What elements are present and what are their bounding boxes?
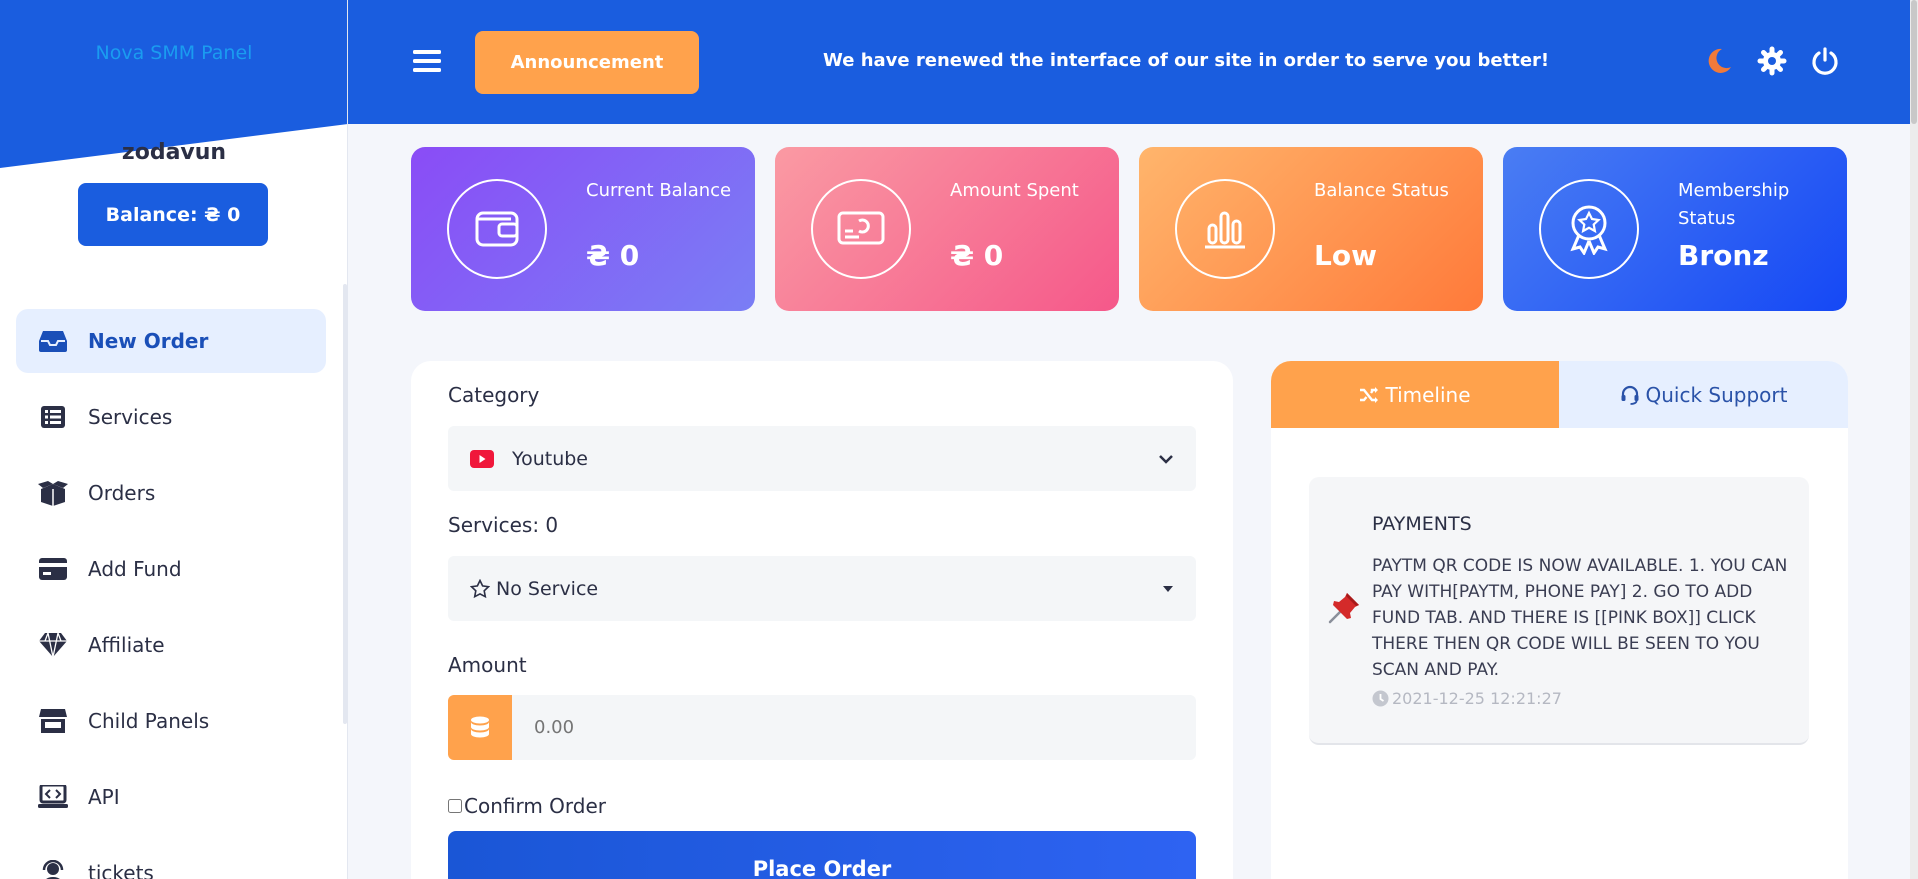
balance-button[interactable]: Balance: ₴ 0 [78,183,268,246]
stat-value: ₴ 0 [586,239,640,272]
menu-icon[interactable] [412,46,442,76]
list-icon [38,402,68,432]
database-icon [448,695,512,760]
star-icon [470,578,490,598]
sidebar-item-label: New Order [88,329,209,353]
timeline-panel: Timeline Quick Support PAYMENTS PAYTM QR… [1271,361,1848,879]
sidebar-item-label: tickets [88,861,154,879]
sidebar-item-child-panels[interactable]: Child Panels [16,689,326,753]
tab-quick-support[interactable]: Quick Support [1559,361,1848,428]
tab-quick-support-label: Quick Support [1645,382,1788,407]
amount-input[interactable] [512,695,1196,760]
post-body: PAYTM QR CODE IS NOW AVAILABLE. 1. YOU C… [1372,556,1788,680]
place-order-button[interactable]: Place Order [448,831,1196,879]
inbox-icon [38,326,68,356]
stat-label: Amount Spent [950,180,1079,201]
service-select[interactable]: No Service [448,556,1196,621]
sidebar-item-label: Add Fund [88,557,182,581]
tab-timeline[interactable]: Timeline [1271,361,1559,428]
stat-card-balance-status: Balance Status Low [1139,147,1483,311]
stat-value: ₴ 0 [950,239,1004,272]
sidebar-item-add-fund[interactable]: Add Fund [16,537,326,601]
stat-card-amount-spent: Amount Spent ₴ 0 [775,147,1119,311]
sidebar: Nova SMM Panel zodavun Balance: ₴ 0 New … [0,0,348,879]
confirm-order-row[interactable]: Confirm Order [448,794,606,818]
award-icon [1539,179,1639,279]
sidebar-item-tickets[interactable]: tickets [16,841,326,879]
pushpin-icon [1328,593,1359,624]
sidebar-item-label: Orders [88,481,156,505]
confirm-order-checkbox[interactable] [448,799,462,813]
sidebar-item-affiliate[interactable]: Affiliate [16,613,326,677]
post-timestamp-text: 2021-12-25 12:21:27 [1392,689,1562,708]
sidebar-item-label: Affiliate [88,633,165,657]
stat-value: Low [1314,239,1377,272]
youtube-icon [470,449,494,468]
sidebar-item-label: Services [88,405,173,429]
post-title: PAYMENTS [1372,513,1472,535]
credit-card-icon [38,554,68,584]
stat-value: Bronz [1678,239,1769,272]
new-order-form: Category Youtube Services: 0 No Service … [411,361,1233,879]
sidebar-item-api[interactable]: API [16,765,326,829]
page-scrollbar-thumb[interactable] [1911,0,1917,124]
confirm-order-label: Confirm Order [464,794,607,818]
stat-card-membership-status: Membership Status Bronz [1503,147,1847,311]
clock-icon [1372,690,1389,707]
page-scrollbar[interactable] [1910,0,1918,879]
headset-icon [1621,385,1638,405]
code-laptop-icon [38,782,68,812]
service-selected-value: No Service [496,577,599,600]
wallet-icon [447,179,547,279]
category-selected-value: Youtube [512,447,588,470]
sidebar-scrollbar[interactable] [343,284,347,724]
chevron-down-icon [1159,455,1173,464]
sidebar-item-label: API [88,785,120,809]
announcement-marquee: We have renewed the interface of our sit… [823,50,1550,71]
money-icon [811,179,911,279]
diamond-icon [38,630,68,660]
post-timestamp: 2021-12-25 12:21:27 [1372,689,1562,708]
top-header: Announcement We have renewed the interfa… [348,0,1910,124]
stat-card-current-balance: Current Balance ₴ 0 [411,147,755,311]
category-select[interactable]: Youtube [448,426,1196,491]
box-icon [38,478,68,508]
amount-label: Amount [448,653,527,677]
store-icon [38,706,68,736]
moon-icon[interactable] [1704,46,1734,76]
power-icon[interactable] [1810,46,1840,76]
stat-label: Membership Status [1678,180,1790,229]
stat-label: Current Balance [586,180,732,201]
sidebar-item-new-order[interactable]: New Order [16,309,326,373]
bars-icon [1175,179,1275,279]
username: zodavun [121,140,227,165]
timeline-post: PAYMENTS PAYTM QR CODE IS NOW AVAILABLE.… [1309,477,1809,745]
gear-icon[interactable] [1757,46,1787,76]
stat-label: Balance Status [1314,180,1449,201]
services-label: Services: 0 [448,513,559,537]
announcement-button[interactable]: Announcement [475,31,699,94]
brand-logo-text[interactable]: Nova SMM Panel [0,42,347,64]
sidebar-nav: New Order Services Orders Add Fund Affil… [16,309,326,879]
sidebar-item-orders[interactable]: Orders [16,461,326,525]
shuffle-icon [1360,386,1379,403]
support-agent-icon [38,858,68,879]
caret-down-icon [1163,586,1173,592]
sidebar-item-label: Child Panels [88,709,210,733]
category-label: Category [448,383,540,407]
sidebar-item-services[interactable]: Services [16,385,326,449]
tab-timeline-label: Timeline [1385,382,1471,407]
